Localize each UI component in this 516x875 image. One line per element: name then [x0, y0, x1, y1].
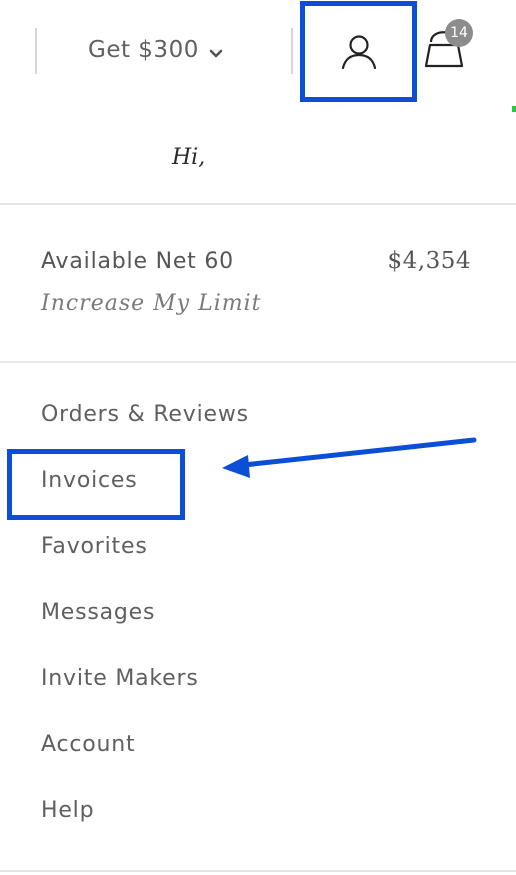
increase-limit-link[interactable]: Increase My Limit: [41, 291, 261, 316]
promo-dropdown-button[interactable]: Get $300: [88, 37, 224, 63]
status-indicator: [512, 106, 516, 112]
menu-item-orders-reviews[interactable]: Orders & Reviews: [41, 402, 249, 427]
account-button[interactable]: [300, 1, 417, 102]
menu-item-help[interactable]: Help: [41, 798, 94, 823]
menu-item-invite-makers[interactable]: Invite Makers: [41, 666, 199, 691]
bottom-divider: [0, 870, 516, 872]
header-divider-left: [35, 28, 37, 74]
header-divider-right: [291, 28, 293, 74]
credit-label: Available Net 60: [41, 249, 234, 274]
menu-item-favorites[interactable]: Favorites: [41, 534, 148, 559]
chevron-down-icon: [208, 42, 224, 58]
menu-item-invoices[interactable]: Invoices: [41, 468, 138, 493]
promo-label: Get $300: [88, 37, 199, 63]
menu-item-account[interactable]: Account: [41, 732, 135, 757]
user-icon: [339, 32, 379, 72]
section-divider: [0, 203, 516, 205]
top-header: Get $300 14: [0, 0, 516, 105]
section-divider: [0, 361, 516, 363]
credit-amount: $4,354: [387, 248, 471, 274]
cart-count-badge: 14: [445, 19, 473, 47]
greeting-text: Hi,: [172, 145, 206, 170]
menu-item-messages[interactable]: Messages: [41, 600, 155, 625]
